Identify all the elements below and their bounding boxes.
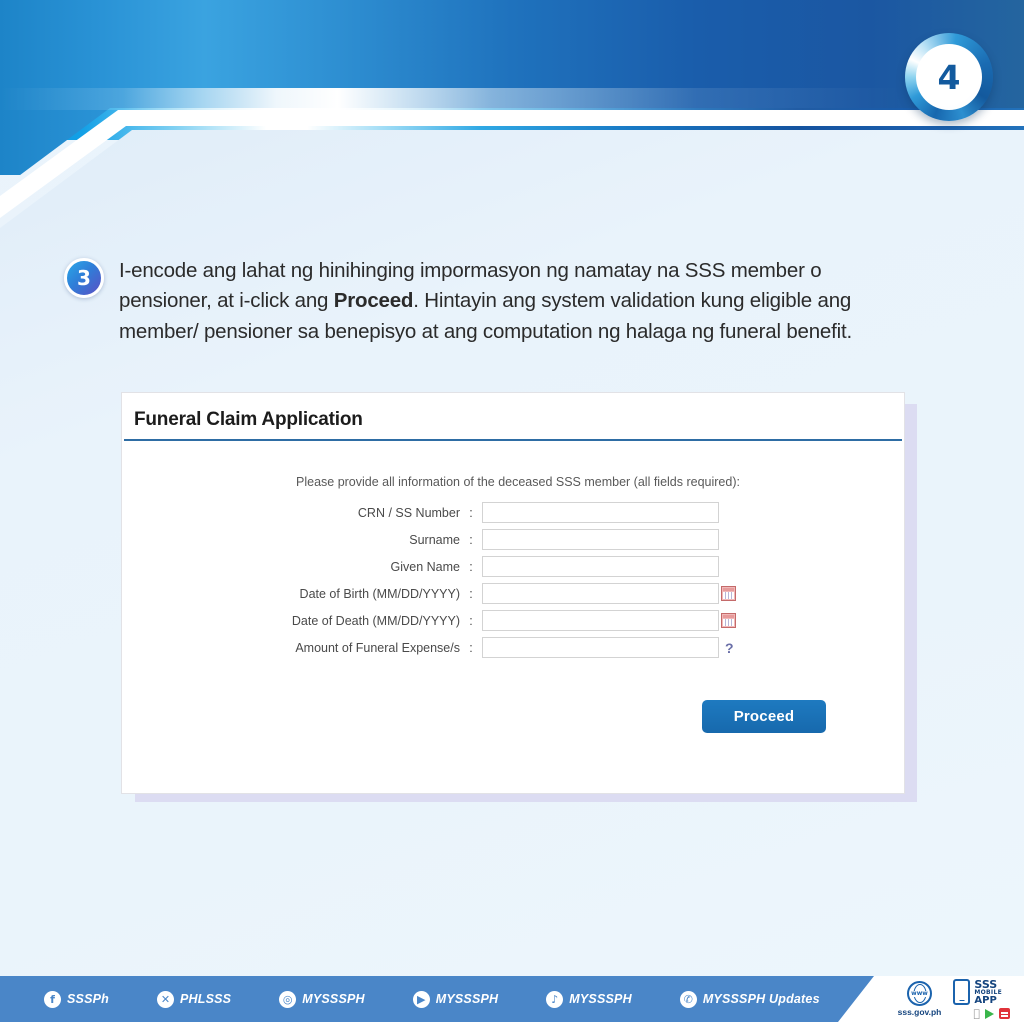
app-store-badges:  (953, 1008, 1010, 1020)
label-surname: Surname (409, 532, 460, 547)
input-amount-of-funeral-expenses[interactable] (482, 637, 719, 658)
input-date-of-death[interactable] (482, 610, 719, 631)
social-youtube[interactable]: ▶ MYSSSPH (412, 990, 499, 1008)
form-card-header: Funeral Claim Application (122, 393, 904, 439)
label-crn-ss-number: CRN / SS Number (357, 505, 460, 520)
colon-surname: : (469, 532, 473, 547)
field-row-given-name: Given Name : (122, 556, 904, 577)
field-row-date-of-death: Date of Death (MM/DD/YYYY) : (122, 610, 904, 631)
globe-www-text: www (910, 989, 929, 997)
infographic-page: 4 3 I-encode ang lahat ng hinihinging im… (0, 0, 1024, 1022)
mobile-app-words: SSS MOBILE APP (974, 979, 1002, 1007)
form-intro-text: Please provide all information of the de… (296, 475, 740, 489)
footer-brand-block: www sss.gov.ph SSS MOBILE APP  (898, 976, 1014, 1022)
viber-icon: ✆ (679, 990, 697, 1008)
page-number-value: 4 (937, 57, 961, 97)
website-label: sss.gov.ph (897, 1007, 942, 1017)
step-text-bold: Proceed (333, 289, 414, 313)
step-text-line3: pensioner sa benepisyo at ang computatio… (203, 319, 852, 343)
input-crn-ss-number[interactable] (482, 502, 719, 523)
x-twitter-icon: ✕ (157, 990, 174, 1008)
phone-icon (953, 979, 971, 1006)
calendar-icon[interactable] (721, 586, 736, 601)
label-amount-of-funeral-expenses: Amount of Funeral Expense/s (295, 640, 460, 655)
calendar-icon[interactable] (721, 613, 736, 628)
top-banner (0, 0, 1024, 218)
form-body: Please provide all information of the de… (122, 441, 904, 733)
social-instagram[interactable]: ◎ MYSSSPH (279, 990, 365, 1008)
colon-given-name: : (469, 559, 473, 574)
proceed-button[interactable]: Proceed (702, 700, 826, 733)
input-date-of-birth[interactable] (482, 583, 719, 604)
help-icon[interactable]: ? (725, 640, 734, 656)
footer-bar: f SSSPh ✕ PHLSSS ◎ MYSSSPH ▶ MYSSSPH ♪ M… (0, 976, 1024, 1022)
field-row-surname: Surname : (122, 529, 904, 550)
google-play-icon[interactable] (985, 1008, 994, 1019)
social-youtube-label: MYSSSPH (435, 992, 499, 1006)
social-facebook-label: SSSPh (67, 992, 109, 1006)
mobile-app-top: SSS MOBILE APP (953, 979, 1002, 1007)
instagram-icon: ◎ (279, 990, 297, 1008)
funeral-claim-form-card: Funeral Claim Application Please provide… (121, 392, 905, 794)
field-row-date-of-birth: Date of Birth (MM/DD/YYYY) : (122, 583, 904, 604)
social-x-twitter-label: PHLSSS (180, 992, 232, 1006)
colon-amount-of-funeral-expenses: : (469, 640, 473, 655)
globe-icon: www (907, 981, 932, 1006)
colon-crn-ss-number: : (469, 505, 473, 520)
field-row-crn-ss-number: CRN / SS Number : (122, 502, 904, 523)
social-tiktok-label: MYSSSPH (569, 992, 632, 1006)
huawei-appgallery-icon[interactable] (999, 1008, 1010, 1020)
page-number-badge-inner: 4 (916, 44, 982, 110)
step-instruction-text: I-encode ang lahat ng hinihinging imporm… (119, 256, 919, 347)
social-facebook[interactable]: f SSSPh (44, 990, 109, 1008)
apple-appstore-icon[interactable]:  (973, 1008, 980, 1019)
social-viber[interactable]: ✆ MYSSSPH Updates (679, 990, 820, 1008)
social-viber-label: MYSSSPH Updates (702, 992, 820, 1006)
banner-glare-band (0, 88, 1024, 110)
label-date-of-birth: Date of Birth (MM/DD/YYYY) (299, 586, 460, 601)
social-instagram-label: MYSSSPH (302, 992, 365, 1006)
website-block[interactable]: www sss.gov.ph (897, 981, 942, 1017)
youtube-icon: ▶ (412, 990, 430, 1008)
page-number-badge: 4 (905, 33, 993, 121)
label-date-of-death: Date of Death (MM/DD/YYYY) (291, 613, 460, 628)
form-actions: Proceed (122, 700, 904, 733)
input-given-name[interactable] (482, 556, 719, 577)
colon-date-of-birth: : (469, 586, 473, 601)
step-number-value: 3 (77, 266, 91, 290)
colon-date-of-death: : (469, 613, 473, 628)
field-row-amount-of-funeral-expenses: Amount of Funeral Expense/s : ? (122, 637, 904, 658)
input-surname[interactable] (482, 529, 719, 550)
step-text-line2-before: at i-click ang (217, 289, 334, 313)
label-given-name: Given Name (390, 559, 460, 574)
social-x-twitter[interactable]: ✕ PHLSSS (157, 990, 232, 1008)
step-number-badge: 3 (64, 258, 104, 298)
step-instruction: 3 I-encode ang lahat ng hinihinging impo… (64, 256, 944, 347)
mobile-app-block[interactable]: SSS MOBILE APP  (953, 979, 1010, 1020)
tiktok-icon: ♪ (546, 990, 564, 1008)
facebook-icon: f (44, 990, 61, 1008)
mobile-app-line3: APP (974, 995, 997, 1007)
form-title: Funeral Claim Application (134, 409, 363, 430)
social-tiktok[interactable]: ♪ MYSSSPH (546, 990, 632, 1008)
